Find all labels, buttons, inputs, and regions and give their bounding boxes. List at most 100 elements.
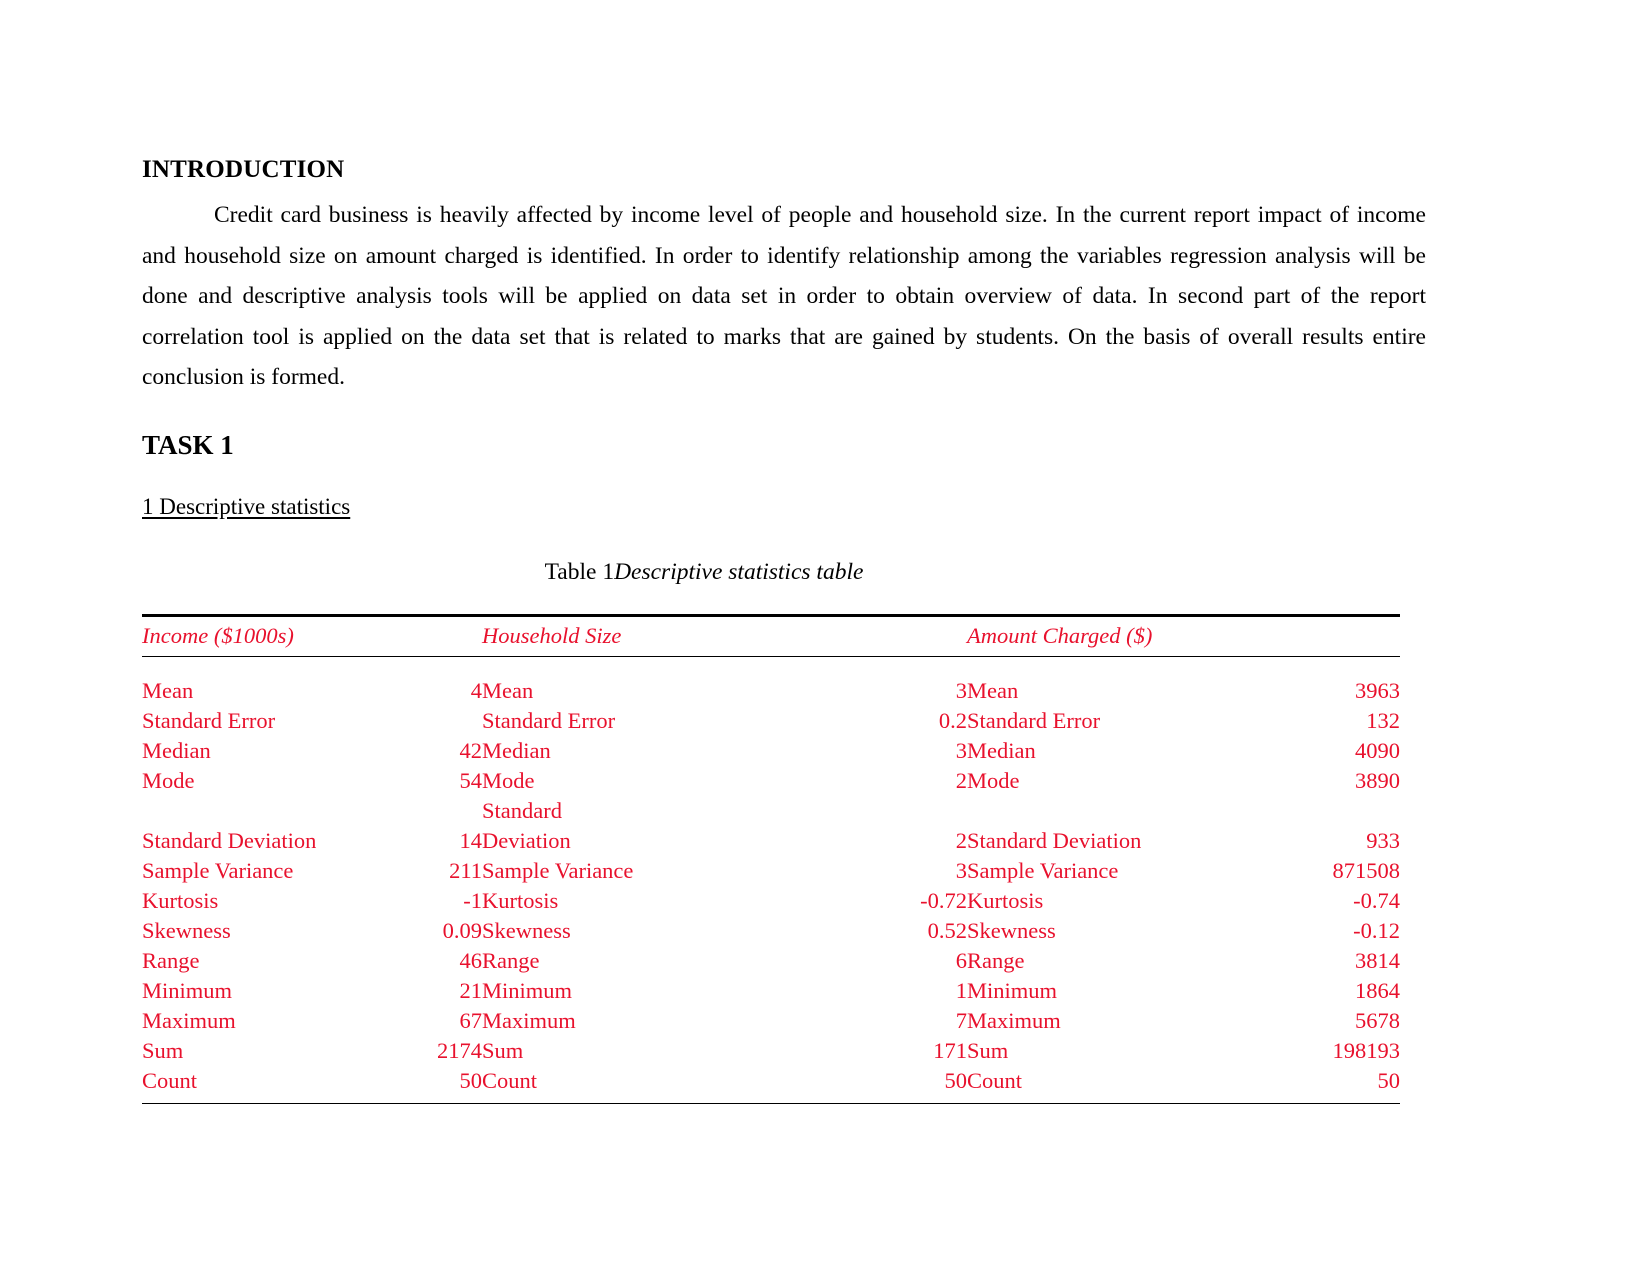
table-row: Kurtosis -1 Kurtosis -0.72 Kurtosis -0.74 — [142, 886, 1400, 916]
cell-household-label: Kurtosis — [482, 887, 559, 913]
cell-income-label: Range — [142, 947, 200, 973]
cell-income-value: 0.09 — [442, 917, 482, 943]
cell-income-value: 67 — [459, 1007, 483, 1033]
cell-income-value: 21 — [459, 977, 483, 1003]
cell-income-value: 54 — [459, 767, 483, 793]
cell-amount-label: Sum — [967, 1037, 1009, 1063]
cell-household-value: 0.2 — [938, 707, 967, 733]
cell-household-value: 3 — [955, 857, 967, 883]
table-header-row: Income ($1000s) Household Size Amount Ch… — [142, 616, 1400, 657]
cell-amount-label: Standard Error — [967, 707, 1101, 733]
introduction-paragraph: Credit card business is heavily affected… — [142, 202, 1426, 390]
column-header-household-size: Household Size — [482, 616, 967, 657]
cell-amount-value: 5678 — [1355, 1007, 1400, 1033]
cell-household-value: 3 — [955, 677, 967, 703]
cell-income-label: Sum — [142, 1037, 184, 1063]
cell-household-label: Mode — [482, 767, 535, 793]
task-heading: TASK 1 — [142, 429, 234, 460]
stats-table: Income ($1000s) Household Size Amount Ch… — [142, 616, 1400, 1103]
cell-household-label: Range — [482, 947, 540, 973]
column-header-income: Income ($1000s) — [142, 616, 482, 657]
cell-amount-value: 50 — [1377, 1067, 1401, 1093]
table-spacer-row — [142, 656, 1400, 676]
table-row: Sample Variance 211 Sample Variance 3 Sample… — [142, 856, 1400, 886]
table-row: Maximum 67 Maximum 7 Maximum 5678 — [142, 1006, 1400, 1036]
cell-income-value: 2174 — [437, 1037, 482, 1063]
cell-household-value: 50 — [944, 1067, 968, 1093]
cell-amount-value: 1864 — [1355, 977, 1400, 1003]
table-caption: Table 1Descriptive statistics table — [142, 558, 1426, 586]
cell-amount-value: 933 — [1366, 827, 1400, 853]
table-row: Range 46 Range 6 Range 3814 — [142, 946, 1400, 976]
cell-income-value: 50 — [459, 1067, 483, 1093]
descriptive-statistics-table: Income ($1000s) Household Size Amount Ch… — [142, 613, 1400, 1104]
cell-income-label: Skewness — [142, 917, 231, 943]
cell-household-value: 7 — [955, 1007, 967, 1033]
cell-income-value: 46 — [459, 947, 483, 973]
cell-income-label: Standard Error — [142, 707, 276, 733]
table-row: Sum 2174 Sum 171 Sum 198193 — [142, 1036, 1400, 1066]
cell-household-value: 0.52 — [927, 917, 967, 943]
cell-amount-value: 3814 — [1355, 947, 1400, 973]
cell-amount-value: 3890 — [1355, 767, 1400, 793]
cell-amount-label: Mean — [967, 677, 1019, 703]
cell-amount-label: Sample Variance — [967, 857, 1119, 883]
cell-income-value: -1 — [463, 887, 482, 913]
cell-income-label: Count — [142, 1067, 198, 1093]
cell-amount-label: Kurtosis — [967, 887, 1044, 913]
column-header-amount-charged: Amount Charged ($) — [967, 616, 1400, 657]
cell-household-label: Count — [482, 1067, 538, 1093]
cell-amount-value: -0.74 — [1353, 887, 1400, 913]
cell-income-value: 4 — [470, 677, 482, 703]
cell-amount-label: Minimum — [967, 977, 1058, 1003]
cell-income-value: 42 — [459, 737, 483, 763]
cell-household-label: Standard Deviation — [482, 797, 571, 853]
cell-amount-label: Maximum — [967, 1007, 1061, 1033]
cell-household-label: Skewness — [482, 917, 571, 943]
cell-amount-label: Mode — [967, 767, 1020, 793]
cell-amount-label: Count — [967, 1067, 1023, 1093]
cell-household-label: Maximum — [482, 1007, 576, 1033]
cell-household-label: Standard Error — [482, 707, 616, 733]
cell-household-value: 2 — [955, 767, 967, 793]
cell-amount-label: Range — [967, 947, 1025, 973]
table-row: Median 42 Median 3 Median 4090 — [142, 736, 1400, 766]
cell-income-label: Kurtosis — [142, 887, 219, 913]
cell-income-label: Minimum — [142, 977, 233, 1003]
cell-income-label: Mode — [142, 767, 195, 793]
table-row: Count 50 Count 50 Count 50 — [142, 1066, 1400, 1103]
table-row: Minimum 21 Minimum 1 Minimum 1864 — [142, 976, 1400, 1006]
cell-household-value: -0.72 — [920, 887, 967, 913]
introduction-heading: INTRODUCTION — [142, 156, 345, 183]
stats-table-body: Mean 4 Mean 3 Mean 3963 Standard Error Standard… — [142, 656, 1400, 1103]
cell-amount-value: 132 — [1366, 707, 1400, 733]
cell-household-value: 2 — [955, 827, 967, 853]
table-row: Skewness 0.09 Skewness 0.52 Skewness -0.12 — [142, 916, 1400, 946]
stats-table-head: Income ($1000s) Household Size Amount Ch… — [142, 616, 1400, 657]
cell-amount-value: 871508 — [1332, 857, 1401, 883]
cell-household-value: 6 — [955, 947, 967, 973]
cell-household-label: Sample Variance — [482, 857, 634, 883]
cell-income-value — [427, 706, 482, 736]
document-page: INTRODUCTION Credit card business is hea… — [0, 0, 1651, 1275]
section-heading-descriptive-statistics: 1 Descriptive statistics — [142, 493, 351, 519]
cell-household-label: Sum — [482, 1037, 524, 1063]
cell-household-value: 1 — [955, 977, 967, 1003]
table-row: Mean 4 Mean 3 Mean 3963 — [142, 676, 1400, 706]
table-row: Mode 54 Mode 2 Mode 3890 — [142, 766, 1400, 796]
cell-income-label: Mean — [142, 677, 194, 703]
table-caption-title: Descriptive statistics table — [614, 559, 864, 586]
cell-amount-label: Median — [967, 737, 1036, 763]
table-row: Standard Error Standard Error 0.2 Standard … — [142, 706, 1400, 736]
cell-amount-label: Skewness — [967, 917, 1056, 943]
cell-household-value: 3 — [955, 737, 967, 763]
cell-amount-value: 198193 — [1332, 1037, 1401, 1063]
cell-household-label: Mean — [482, 677, 534, 703]
cell-income-value: 211 — [449, 857, 482, 883]
cell-amount-value: 4090 — [1355, 737, 1400, 763]
table-row: Standard Deviation 14 Standard Deviation 2 St… — [142, 796, 1400, 856]
cell-household-value: 171 — [933, 1037, 967, 1063]
cell-income-label: Sample Variance — [142, 857, 294, 883]
cell-amount-value: -0.12 — [1353, 917, 1400, 943]
cell-income-value: 14 — [459, 827, 483, 853]
